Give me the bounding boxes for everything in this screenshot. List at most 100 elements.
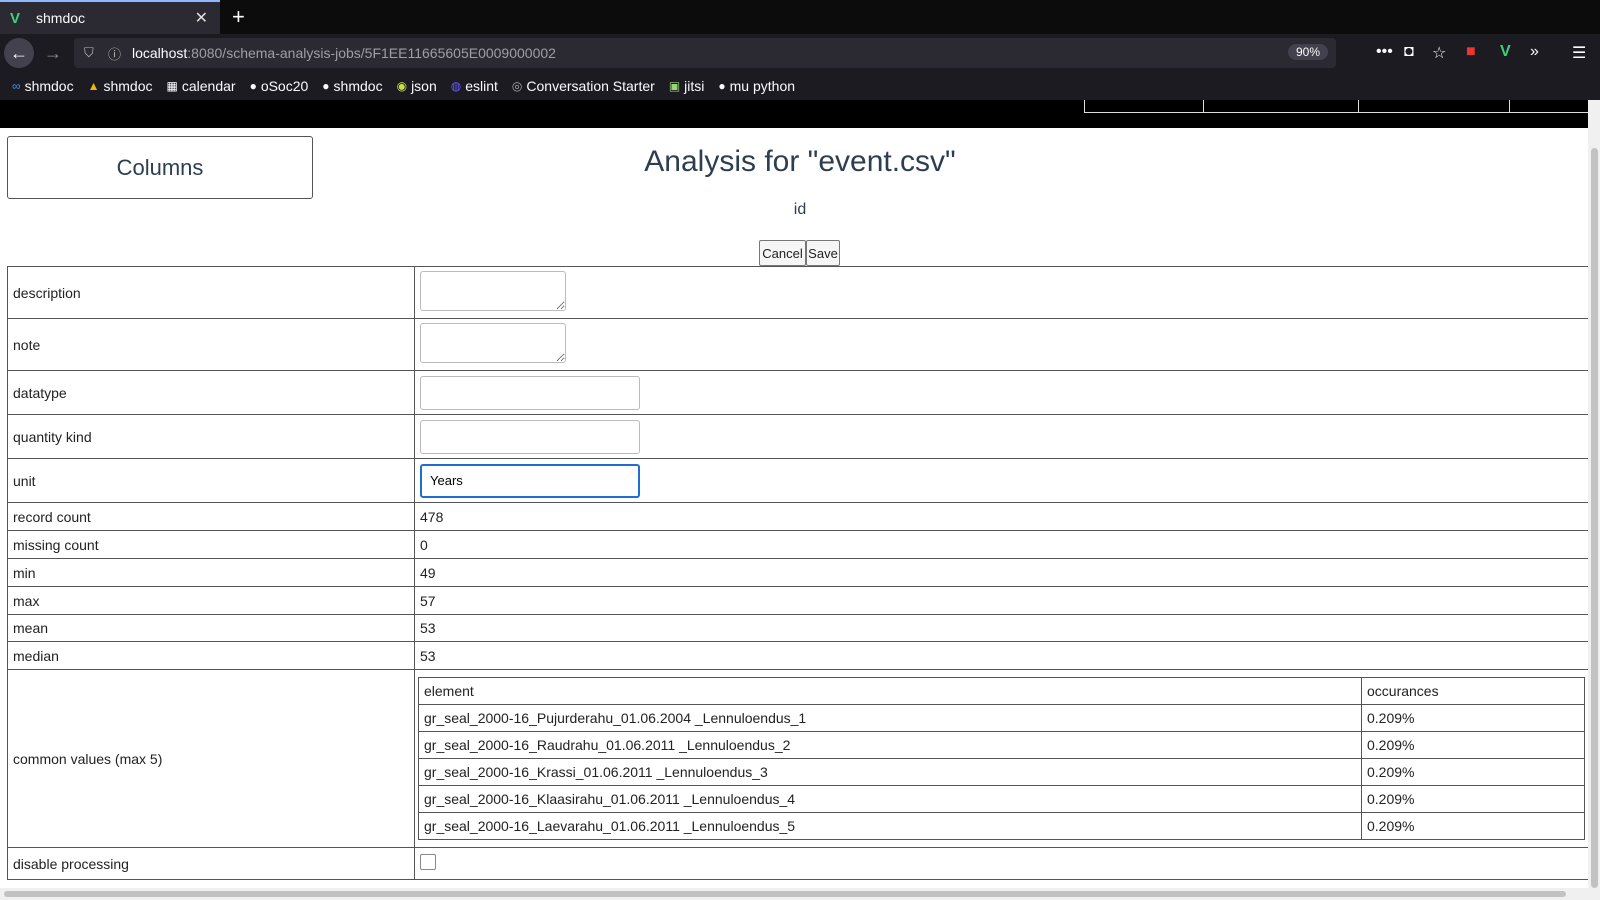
missing-count-value: 0 (414, 530, 1589, 559)
bookmark-item[interactable]: ◍ eslint (451, 78, 498, 94)
bookmark-item[interactable]: ▦ calendar (167, 78, 236, 94)
close-tab-icon[interactable]: ✕ (195, 8, 208, 28)
bookmark-item[interactable]: ∞ shmdoc (12, 78, 74, 94)
back-button[interactable]: ← (4, 38, 34, 68)
column-details-table: description note datatype quantity kind … (7, 266, 1589, 880)
bookmark-item[interactable]: ● oSoc20 (250, 78, 309, 94)
vuejs-favicon-icon: V (10, 9, 21, 27)
browser-tab[interactable]: V shmdoc ✕ (0, 0, 220, 34)
more-actions-icon[interactable]: ••• (1376, 43, 1393, 61)
column-name: id (793, 201, 807, 218)
menu-divider (1358, 100, 1359, 112)
table-row: note (7, 318, 1589, 371)
github-icon: ● (718, 79, 726, 93)
disable-processing-checkbox[interactable] (420, 854, 436, 870)
table-row: gr_seal_2000-16_Krassi_01.06.2011 _Lennu… (418, 758, 1585, 786)
table-row: datatype (7, 370, 1589, 415)
calendar-icon: ▦ (166, 79, 178, 93)
table-header-row: element occurances (418, 677, 1585, 705)
description-textarea[interactable] (420, 271, 566, 311)
element-header: element (418, 677, 1362, 705)
save-button[interactable]: Save (806, 240, 840, 266)
table-row: median 53 (7, 641, 1589, 670)
scrollbar-thumb[interactable] (4, 891, 1566, 897)
github-icon: ● (322, 79, 330, 93)
bookmark-item[interactable]: ◎ Conversation Starter (512, 78, 655, 94)
element-cell: gr_seal_2000-16_Raudrahu_01.06.2011 _Len… (418, 731, 1362, 759)
cancel-button[interactable]: Cancel (759, 240, 806, 266)
table-row: quantity kind (7, 414, 1589, 459)
table-row: gr_seal_2000-16_Raudrahu_01.06.2011 _Len… (418, 731, 1585, 759)
median-label: median (7, 641, 415, 670)
columns-button[interactable]: Columns (7, 136, 313, 199)
table-row: gr_seal_2000-16_Klaasirahu_01.06.2011 _L… (418, 785, 1585, 813)
common-values-label: common values (max 5) (7, 669, 415, 848)
zoom-indicator[interactable]: 90% (1287, 44, 1328, 60)
url-path: :8080/schema-analysis-jobs/5F1EE11665605… (187, 45, 556, 61)
bookmarks-toolbar: ∞ shmdoc ▲ shmdoc ▦ calendar ● oSoc20 ● shmdo… (0, 72, 1600, 100)
info-icon[interactable]: ⓘ (108, 44, 122, 63)
overflow-menu-icon[interactable]: » (1530, 43, 1539, 61)
browser-tab-bar: V shmdoc ✕ + (0, 0, 1600, 34)
table-row: gr_seal_2000-16_Laevarahu_01.06.2011 _Le… (418, 812, 1585, 840)
quantity-kind-label: quantity kind (7, 414, 415, 459)
tab-title: shmdoc (36, 10, 86, 26)
jitsi-icon: ▣ (668, 79, 681, 93)
unit-input[interactable] (420, 463, 640, 498)
missing-count-label: missing count (7, 530, 415, 559)
occurances-cell: 0.209% (1361, 785, 1585, 813)
element-cell: gr_seal_2000-16_Laevarahu_01.06.2011 _Le… (418, 812, 1362, 840)
url-host: localhost (132, 45, 188, 61)
bookmark-item[interactable]: ● shmdoc (322, 78, 382, 94)
record-count-label: record count (7, 502, 415, 531)
min-label: min (7, 558, 415, 587)
table-row: record count 478 (7, 502, 1589, 531)
unit-label: unit (7, 458, 415, 503)
pocket-icon[interactable]: ◘ (1404, 43, 1414, 61)
bookmark-star-icon[interactable]: ☆ (1432, 43, 1446, 63)
bookmark-item[interactable]: ▲ shmdoc (88, 78, 153, 94)
table-row: description (7, 266, 1589, 319)
min-value: 49 (414, 558, 1589, 587)
eslint-icon: ◍ (450, 79, 462, 93)
json-icon: ◉ (396, 79, 408, 93)
occurances-cell: 0.209% (1361, 704, 1585, 732)
element-cell: gr_seal_2000-16_Pujurderahu_01.06.2004 _… (418, 704, 1362, 732)
record-count-value: 478 (414, 502, 1589, 531)
quantity-kind-input[interactable] (420, 419, 640, 454)
vertical-scrollbar[interactable] (1588, 100, 1600, 900)
occurances-cell: 0.209% (1361, 812, 1585, 840)
menu-divider (1203, 100, 1204, 112)
table-row: gr_seal_2000-16_Pujurderahu_01.06.2004 _… (418, 704, 1585, 732)
extension-icon[interactable]: ■ (1466, 43, 1476, 61)
element-cell: gr_seal_2000-16_Krassi_01.06.2011 _Lennu… (418, 758, 1362, 786)
mean-label: mean (7, 614, 415, 642)
scrollbar-thumb[interactable] (1591, 148, 1598, 888)
table-row: common values (max 5) element occurances… (7, 669, 1589, 848)
table-row: mean 53 (7, 614, 1589, 642)
horizontal-scrollbar[interactable] (0, 888, 1588, 900)
bookmark-item[interactable]: ▣ jitsi (669, 78, 705, 94)
median-value: 53 (414, 641, 1589, 670)
description-label: description (7, 266, 415, 319)
vue-devtools-icon[interactable]: V (1500, 43, 1511, 61)
url-text[interactable]: localhost:8080/schema-analysis-jobs/5F1E… (132, 45, 556, 61)
note-textarea[interactable] (420, 323, 566, 363)
page-title: Analysis for "event.csv" (644, 145, 956, 178)
new-tab-button[interactable]: + (232, 4, 245, 30)
datatype-input[interactable] (420, 375, 640, 410)
forward-button[interactable]: → (38, 38, 68, 68)
hamburger-menu-icon[interactable]: ☰ (1572, 43, 1586, 63)
bookmark-item[interactable]: ● mu python (718, 78, 795, 94)
datatype-label: datatype (7, 370, 415, 415)
bookmark-item[interactable]: ◉ json (397, 78, 437, 94)
element-cell: gr_seal_2000-16_Klaasirahu_01.06.2011 _L… (418, 785, 1362, 813)
occurances-cell: 0.209% (1361, 731, 1585, 759)
url-bar[interactable]: ⛉ ⓘ localhost:8080/schema-analysis-jobs/… (74, 38, 1336, 68)
globe-icon: ◎ (511, 79, 523, 93)
common-values-table: element occurances gr_seal_2000-16_Pujur… (418, 677, 1585, 840)
shield-icon[interactable]: ⛉ (84, 45, 98, 61)
browser-nav-bar: ← → ⛉ ⓘ localhost:8080/schema-analysis-j… (0, 34, 1600, 72)
app-header (0, 100, 1588, 128)
menu-divider (1509, 100, 1510, 112)
